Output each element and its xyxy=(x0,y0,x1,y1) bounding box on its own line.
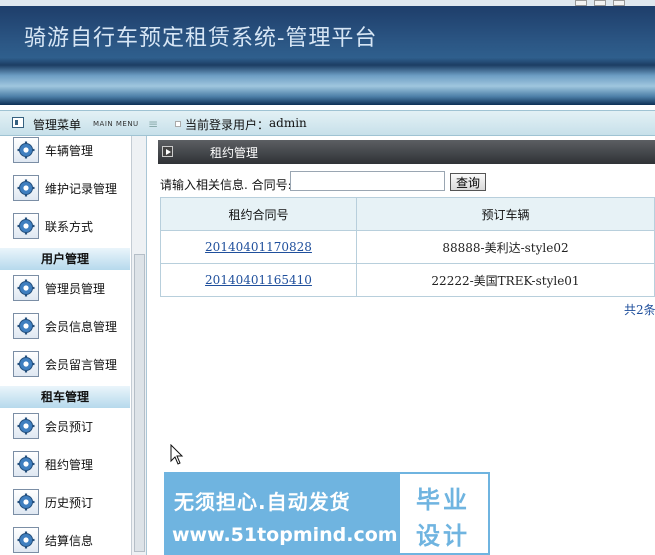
sidebar-item[interactable]: 车辆管理 xyxy=(0,136,130,166)
main-menu-label: 管理菜单 xyxy=(33,118,82,132)
sidebar-item-label: 维护记录管理 xyxy=(45,182,118,196)
gear-icon xyxy=(13,137,39,163)
sidebar-item[interactable]: 会员预订 xyxy=(0,410,130,442)
header-banner: 骑游自行车预定租赁系统-管理平台 xyxy=(0,0,655,105)
mouse-pointer-icon xyxy=(170,444,184,465)
sidebar-item-label: 联系方式 xyxy=(45,220,94,234)
window-tab[interactable] xyxy=(594,0,606,6)
table-row: 20140401170828 88888-美利达-style02 xyxy=(160,230,655,264)
main-menu-label-en: MAIN MENU xyxy=(93,120,139,128)
search-button[interactable]: 查询 xyxy=(450,173,486,191)
window-tab[interactable] xyxy=(613,0,625,6)
play-arrow-icon xyxy=(162,146,173,157)
column-header-bike: 预订车辆 xyxy=(356,197,655,231)
ad-badge-line1: 毕业 xyxy=(416,486,470,514)
gear-icon xyxy=(13,313,39,339)
sidebar-item-label: 会员预订 xyxy=(45,420,94,434)
menu-lines-icon[interactable]: ≡ xyxy=(148,117,158,131)
sidebar-item[interactable]: 会员信息管理 xyxy=(0,310,130,342)
sidebar-scrollbar[interactable] xyxy=(131,136,146,555)
table-header-row: 租约合同号 预订车辆 xyxy=(160,197,655,231)
contract-link[interactable]: 20140401170828 xyxy=(205,240,312,254)
bullet-icon xyxy=(175,121,181,127)
sidebar-group-header: 用户管理 xyxy=(0,248,130,270)
table-row: 20140401165410 22222-美国TREK-style01 xyxy=(160,263,655,297)
content-title: 租约管理 xyxy=(210,146,259,160)
bike-cell: 22222-美国TREK-style01 xyxy=(356,263,655,297)
sidebar-item-label: 会员留言管理 xyxy=(45,358,118,372)
total-count: 共2条 xyxy=(624,303,655,317)
window-icon xyxy=(12,117,24,128)
ad-url: www.51topmind.com xyxy=(172,524,398,546)
app-title: 骑游自行车预定租赁系统-管理平台 xyxy=(24,26,378,51)
sidebar-item-label: 车辆管理 xyxy=(45,144,94,158)
ad-badge-line2: 设计 xyxy=(416,522,470,550)
column-header-contract: 租约合同号 xyxy=(160,197,357,231)
current-user-name: admin xyxy=(269,116,307,130)
content-header: 租约管理 xyxy=(158,140,655,164)
sidebar-item[interactable]: 管理员管理 xyxy=(0,272,130,304)
gear-icon xyxy=(13,527,39,553)
contract-search-input[interactable] xyxy=(290,171,445,191)
sidebar-item-label: 租约管理 xyxy=(45,458,94,472)
window-tab[interactable] xyxy=(575,0,587,6)
contract-cell: 20140401170828 xyxy=(160,230,357,264)
search-row: 请输入相关信息. 合同号: 查询 xyxy=(160,171,655,193)
gear-icon xyxy=(13,213,39,239)
lease-table: 租约合同号 预订车辆 20140401170828 88888-美利达-styl… xyxy=(160,197,655,297)
sidebar-group-header: 租车管理 xyxy=(0,386,130,408)
gear-icon xyxy=(13,451,39,477)
gear-icon xyxy=(13,489,39,515)
top-strip xyxy=(0,0,655,6)
gear-icon xyxy=(13,413,39,439)
current-user-label: 当前登录用户： xyxy=(185,118,270,132)
search-label: 请输入相关信息. 合同号: xyxy=(160,178,292,192)
sidebar-item[interactable]: 会员留言管理 xyxy=(0,348,130,380)
contract-cell: 20140401165410 xyxy=(160,263,357,297)
sidebar: 车辆管理维护记录管理 联系方式用户管理管理员管理会员信息管理 会员留言管理租车管理会… xyxy=(0,136,147,555)
gear-icon xyxy=(13,175,39,201)
gear-icon xyxy=(13,351,39,377)
sidebar-item-label: 管理员管理 xyxy=(45,282,106,296)
bike-cell: 88888-美利达-style02 xyxy=(356,230,655,264)
sidebar-item-label: 历史预订 xyxy=(45,496,94,510)
sidebar-item[interactable]: 租约管理 xyxy=(0,448,130,480)
ad-slogan: 无须担心.自动发货 xyxy=(174,490,351,514)
ad-badge: 毕业 设计 xyxy=(400,474,488,553)
sidebar-item[interactable]: 联系方式 xyxy=(0,210,130,242)
top-bar: 管理菜单 MAIN MENU ≡ 当前登录用户： admin xyxy=(0,110,655,136)
sidebar-item[interactable]: 历史预订 xyxy=(0,486,130,518)
sidebar-item-label: 会员信息管理 xyxy=(45,320,118,334)
sidebar-item[interactable]: 维护记录管理 xyxy=(0,172,130,204)
sidebar-item-label: 结算信息 xyxy=(45,534,94,548)
sidebar-item[interactable]: 结算信息 xyxy=(0,524,130,555)
ad-banner[interactable]: 无须担心.自动发货 www.51topmind.com 毕业 设计 xyxy=(164,472,490,555)
contract-link[interactable]: 20140401165410 xyxy=(205,273,312,287)
sidebar-scrollbar-thumb[interactable] xyxy=(134,254,145,552)
gear-icon xyxy=(13,275,39,301)
